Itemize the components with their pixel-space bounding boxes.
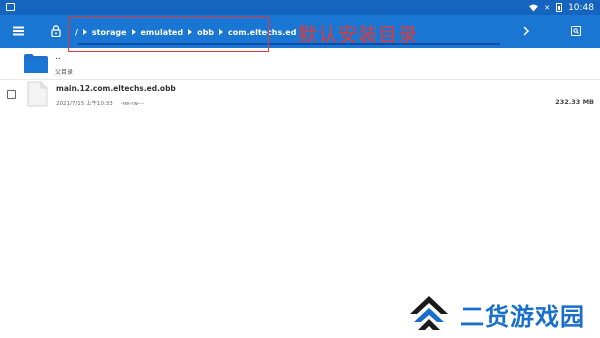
file-name: main.12.com.eltechs.ed.obb xyxy=(56,84,176,93)
clock: 10:48 xyxy=(568,2,594,13)
magnifier-icon xyxy=(573,28,579,34)
file-size: 232.33 MB xyxy=(555,98,594,106)
menu-icon[interactable] xyxy=(10,23,26,39)
file-date: 2021/7/15 上午10:33 xyxy=(56,101,113,107)
status-bar-right: ✕ 10:48 xyxy=(529,0,594,15)
battery-icon xyxy=(556,3,563,12)
lock-icon[interactable] xyxy=(48,23,64,39)
annotation-box xyxy=(68,17,269,52)
chevron-glyph xyxy=(523,26,530,36)
file-meta: 2021/7/15 上午10:33 -rw-rw--- xyxy=(56,99,144,107)
watermark-logo-icon xyxy=(410,296,448,330)
status-bar: ✕ 10:48 xyxy=(0,0,600,15)
file-permissions: -rw-rw--- xyxy=(120,101,145,107)
file-checkbox[interactable] xyxy=(7,90,16,99)
file-icon xyxy=(27,81,48,107)
wifi-icon xyxy=(529,3,539,12)
watermark: 二货游戏园 xyxy=(402,288,600,338)
watermark-text: 二货游戏园 xyxy=(460,303,585,331)
parent-folder-name: .. xyxy=(55,52,61,62)
lock-glyph xyxy=(51,25,61,37)
parent-folder-row[interactable]: .. 父目录 xyxy=(0,48,600,78)
chevron-right-icon[interactable] xyxy=(518,23,534,39)
search-box-icon xyxy=(571,26,581,36)
search-icon[interactable] xyxy=(568,23,584,39)
annotation-label: 默认安装目录 xyxy=(298,24,419,46)
no-sim-icon: ✕ xyxy=(544,3,551,12)
parent-folder-label: 父目录 xyxy=(55,69,74,76)
folder-icon xyxy=(24,54,48,73)
screenshot-notification-icon xyxy=(6,3,15,11)
file-row[interactable]: main.12.com.eltechs.ed.obb 2021/7/15 上午1… xyxy=(0,80,600,112)
